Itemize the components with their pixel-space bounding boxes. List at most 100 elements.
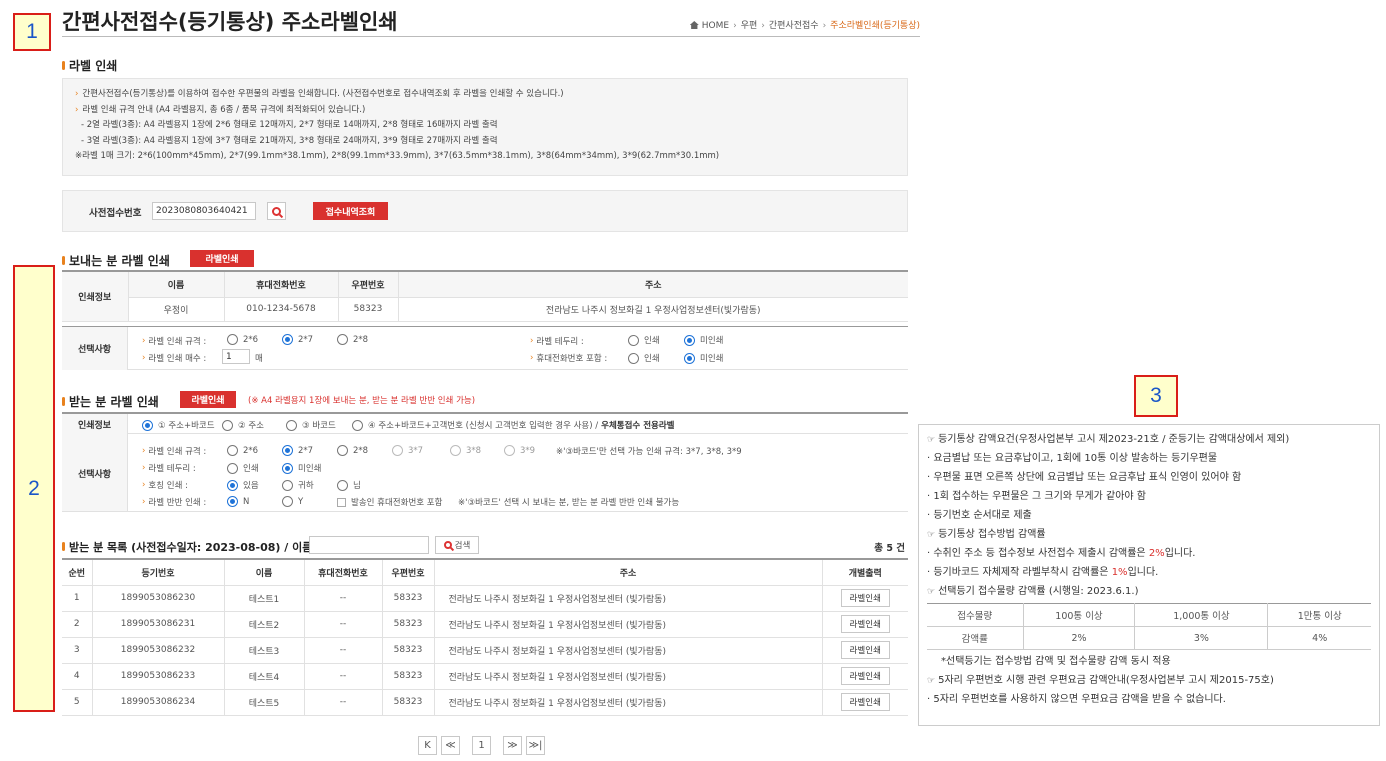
sender-border-print[interactable]: 인쇄 (628, 334, 660, 346)
receiver-label-print-button[interactable]: 라벨인쇄 (180, 391, 236, 408)
row-label-print-button[interactable]: 라벨인쇄 (840, 641, 890, 659)
receiver-half-n[interactable]: N (227, 496, 249, 507)
receiver-half-label: › 라벨 반반 인쇄 : (142, 497, 207, 508)
sender-phone-print[interactable]: 인쇄 (628, 352, 660, 364)
info-line: · 등기번호 순서대로 제출 (927, 510, 1032, 521)
row-label-print-button[interactable]: 라벨인쇄 (840, 589, 890, 607)
cell: -- (304, 611, 383, 638)
breadcrumb-home[interactable]: HOME (702, 21, 729, 31)
info-line: › 간편사전접수(등기통상)를 이용하여 접수한 우편물의 라벨을 인쇄합니다. … (75, 89, 564, 99)
receiver-size-label: › 라벨 인쇄 규격 : (142, 446, 207, 457)
sender-size-2x8[interactable]: 2*8 (337, 334, 368, 345)
receiver-size-3x7[interactable]: 3*7 (392, 445, 423, 456)
cell: 전라남도 나주시 정보화길 1 우정사업정보센터 (빛가람동) (434, 611, 823, 638)
discount-heading: ☞ 5자리 우편번호 시행 관련 우편요금 감액안내(우정사업본부 고시 제201… (927, 675, 1274, 686)
col-header: 휴대전화번호 (304, 559, 383, 586)
row-label-print-button[interactable]: 라벨인쇄 (840, 667, 890, 685)
col-header: 이름 (128, 271, 225, 298)
cell: -- (304, 689, 383, 716)
cell: 1만통 이상 (1267, 603, 1371, 627)
receipt-number-input[interactable]: 2023080803640421 (152, 202, 256, 220)
cell: 전라남도 나주시 정보화길 1 우정사업정보센터 (빛가람동) (434, 689, 823, 716)
col-header: 개별출력 (822, 559, 908, 586)
receiver-size-2x7[interactable]: 2*7 (282, 445, 313, 456)
receiver-title-yes[interactable]: 있음 (227, 479, 259, 491)
sender-label-print-button[interactable]: 라벨인쇄 (190, 250, 254, 267)
receiver-half-y[interactable]: Y (282, 496, 303, 507)
receiver-border-print[interactable]: 인쇄 (227, 462, 259, 474)
info-line: · 1회 접수하는 우편물은 그 크기와 무게가 같아야 함 (927, 491, 1146, 502)
sender-count-input[interactable]: 1 (222, 349, 250, 364)
table-row: 2 1899053086231 테스트2 -- 58323 전라남도 나주시 정보화길 1… (62, 611, 908, 638)
page-last-button[interactable]: ≫| (526, 736, 545, 755)
receiver-border-noprint[interactable]: 미인쇄 (282, 462, 321, 474)
receiver-title-nim[interactable]: 님 (337, 479, 361, 491)
sender-border-noprint[interactable]: 미인쇄 (684, 334, 723, 346)
cell: -- (304, 663, 383, 690)
cell: 테스트1 (224, 585, 305, 612)
cell: 2% (1022, 626, 1136, 650)
cell: 58323 (382, 611, 435, 638)
cell: 전라남도 나주시 정보화길 1 우정사업정보센터 (빛가람동) (434, 637, 823, 664)
info-line: ※라벨 1매 크기: 2*6(100mm*45mm), 2*7(99.1mm*3… (75, 151, 720, 161)
list-search-button[interactable]: 검색 (435, 536, 479, 554)
page-prev-button[interactable]: ≪ (441, 736, 460, 755)
receiver-list-table: 순번 등기번호 이름 휴대전화번호 우편번호 주소 개별출력 1 18990530… (62, 558, 908, 716)
sender-phone: 010-1234-5678 (224, 297, 339, 322)
breadcrumb-item[interactable]: 간편사전접수 (769, 21, 819, 31)
page-current[interactable]: 1 (472, 736, 491, 755)
search-icon (443, 541, 452, 549)
cell: 4% (1267, 626, 1371, 650)
cell: 1899053086230 (92, 585, 225, 612)
receiver-size-2x8[interactable]: 2*8 (337, 445, 368, 456)
receiver-options-label: 선택사항 (62, 435, 128, 511)
receiver-type-4[interactable]: ④ 주소+바코드+고객번호 (신청시 고객번호 입력한 경우 사용) / 우체통접… (352, 419, 674, 431)
cell: 1899053086234 (92, 689, 225, 716)
callout-2-label: 2 (28, 476, 40, 500)
cell: 58323 (382, 663, 435, 690)
sender-size-2x7[interactable]: 2*7 (282, 334, 313, 345)
cell: 58323 (382, 585, 435, 612)
cell: 감액률 (927, 626, 1024, 650)
cell: 1 (62, 585, 93, 612)
receiver-type-2[interactable]: ② 주소 (222, 419, 264, 431)
page-title: 간편사전접수(등기통상) 주소라벨인쇄 (62, 10, 398, 34)
receipt-search-button[interactable] (267, 202, 286, 220)
label-print-info: › 간편사전접수(등기통상)를 이용하여 접수한 우편물의 라벨을 인쇄합니다. … (62, 78, 908, 176)
hand-pointer-icon: ☞ (927, 435, 936, 445)
hand-pointer-icon: ☞ (927, 676, 936, 686)
cell: 테스트4 (224, 663, 305, 690)
home-icon (689, 21, 699, 29)
col-header: 주소 (434, 559, 823, 586)
list-total-count: 총 5 건 (874, 543, 905, 554)
sender-size-2x6[interactable]: 2*6 (227, 334, 258, 345)
cell: 테스트2 (224, 611, 305, 638)
section-heading-sender: 보내는 분 라벨 인쇄 (62, 252, 170, 269)
receiver-type-row: 인쇄정보 ① 주소+바코드 ② 주소 ③ 바코드 ④ 주소+바코드+고객번호 (… (62, 412, 908, 435)
receipt-lookup-button[interactable]: 접수내역조회 (313, 202, 388, 220)
receiver-size-3x9[interactable]: 3*9 (504, 445, 535, 456)
breadcrumb-item[interactable]: 우편 (741, 21, 758, 31)
receiver-type-3[interactable]: ③ 바코드 (286, 419, 336, 431)
receiver-size-2x6[interactable]: 2*6 (227, 445, 258, 456)
receiver-type-1[interactable]: ① 주소+바코드 (142, 419, 215, 431)
page-next-button[interactable]: ≫ (503, 736, 522, 755)
list-name-search-input[interactable] (309, 536, 429, 554)
sender-phone-checkbox[interactable]: 발송인 휴대전화번호 포함 (337, 496, 442, 508)
sender-address: 전라남도 나주시 정보화길 1 우정사업정보센터(빛가람동) (398, 297, 908, 322)
sender-count-unit: 매 (255, 354, 263, 364)
cell: 2 (62, 611, 93, 638)
sender-zip: 58323 (338, 297, 399, 322)
sender-phone-noprint[interactable]: 미인쇄 (684, 352, 723, 364)
row-label-print-button[interactable]: 라벨인쇄 (840, 693, 890, 711)
sender-options-label: 선택사항 (62, 327, 128, 370)
page-first-button[interactable]: K (418, 736, 437, 755)
receiver-size-3x8[interactable]: 3*8 (450, 445, 481, 456)
checkbox[interactable] (337, 497, 346, 507)
row-label-print-button[interactable]: 라벨인쇄 (840, 615, 890, 633)
info-line: · 수취인 주소 등 접수정보 사전접수 제출시 감액률은 2%입니다. (927, 548, 1196, 559)
col-header: 순번 (62, 559, 93, 586)
receiver-title-gwiha[interactable]: 귀하 (282, 479, 314, 491)
table-row: 3 1899053086232 테스트3 -- 58323 전라남도 나주시 정보화길 1… (62, 637, 908, 664)
cell: 접수물량 (927, 603, 1024, 627)
